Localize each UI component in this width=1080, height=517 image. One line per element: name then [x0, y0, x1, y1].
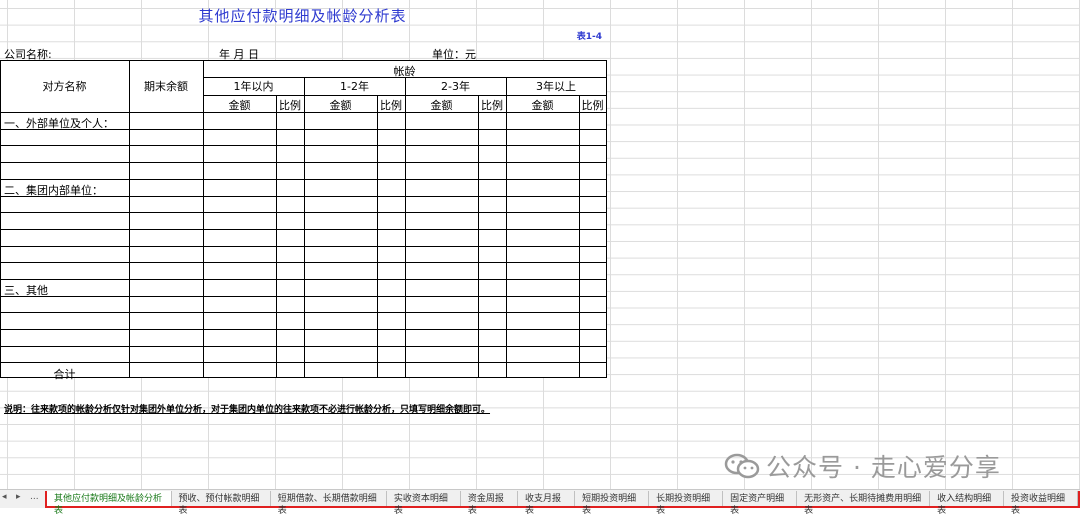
table-vline: [129, 60, 130, 377]
period-header: 1年以内: [233, 80, 274, 93]
ratio-header: 比例: [380, 99, 402, 112]
watermark: 公众号 · 走心爱分享: [724, 448, 1001, 484]
amount-header: 金额: [228, 99, 251, 112]
sheet-tab[interactable]: 短期投资明细表: [575, 491, 650, 516]
prev-sheet-icon[interactable]: ◂: [2, 492, 7, 502]
table-row-line: [0, 346, 606, 347]
table-vline: [506, 77, 507, 377]
table-row-line: [0, 312, 606, 313]
sheet-tab[interactable]: 预收、预付帐款明细表: [172, 491, 271, 516]
table-row-line: [0, 196, 606, 197]
table-row-line: [0, 246, 606, 247]
ratio-header: 比例: [581, 99, 604, 112]
table-row-line: [0, 129, 606, 130]
sheet-tab[interactable]: 实收资本明细表: [387, 491, 461, 516]
table-row-line: [0, 329, 606, 330]
sheet-tab-bar: ◂ ▸ ... 其他应付款明细及帐龄分析表 预收、预付帐款明细表 短期借款、长期借款…: [0, 489, 1080, 516]
note-text: 说明：往来款项的帐龄分析仅针对集团外单位分析，对于集团内单位的往来款项不必进行帐…: [4, 405, 491, 415]
sheet-tab[interactable]: 收入结构明细表: [930, 491, 1005, 516]
table-row-line: [0, 145, 606, 146]
sheet-tab[interactable]: 投资收益明细表: [1004, 491, 1079, 516]
table-bottom-border: [0, 377, 606, 378]
table-vline: [579, 95, 580, 377]
aging-table: 对方名称 期末余额 帐龄 1年以内 1-2年 2-3年 3年以上 金额 比例 金…: [0, 60, 607, 381]
table-vline: [478, 95, 479, 377]
sheet-tab[interactable]: 无形资产、长期待摊费用明细表: [797, 491, 931, 516]
table-row-line: [0, 229, 606, 230]
amount-header: 金额: [430, 99, 453, 112]
table-number: 表1-4: [576, 32, 602, 42]
table-vline: [203, 60, 204, 377]
table-row-line: [0, 179, 606, 180]
sheet-tab[interactable]: 收支月报表: [518, 491, 576, 516]
sheet-title: 其他应付款明细及帐龄分析表: [198, 7, 407, 25]
table-row-line: [0, 162, 606, 163]
spreadsheet-grid[interactable]: 其他应付款明细及帐龄分析表 表1-4 公司名称: 年 月 日 单位：元 对方名称…: [0, 0, 1080, 489]
ratio-header: 比例: [481, 99, 503, 112]
table-row-line: [0, 112, 606, 113]
table-row-line: [0, 212, 606, 213]
table-row-line: [0, 362, 606, 363]
period-header: 2-3年: [441, 80, 470, 93]
table-right-border: [606, 60, 607, 378]
amount-header: 金额: [329, 99, 352, 112]
ratio-header: 比例: [279, 99, 301, 112]
next-sheet-icon[interactable]: ▸: [16, 492, 21, 502]
wechat-icon: [724, 453, 760, 479]
table-vline: [377, 95, 378, 377]
sheet-tab[interactable]: 长期投资明细表: [649, 491, 724, 516]
sheet-tabs: 其他应付款明细及帐龄分析表 预收、预付帐款明细表 短期借款、长期借款明细表 实收资本明…: [45, 491, 1080, 516]
sheet-tab[interactable]: 资金周报表: [461, 491, 519, 516]
watermark-text: 公众号 · 走心爱分享: [766, 453, 1001, 482]
table-left-border: [0, 60, 1, 378]
more-sheets-button[interactable]: ...: [30, 492, 39, 502]
sheet-tab[interactable]: 固定资产明细表: [723, 491, 798, 516]
table-top-border: [0, 60, 606, 61]
table-vline: [304, 77, 305, 377]
table-vline: [276, 95, 277, 377]
total-label: 合计: [53, 368, 76, 381]
table-row-line: [0, 262, 606, 263]
header-name: 对方名称: [42, 80, 87, 93]
sheet-tab[interactable]: 短期借款、长期借款明细表: [271, 491, 387, 516]
table-vline: [405, 77, 406, 377]
table-row-line: [0, 296, 606, 297]
sheet-tab[interactable]: 其他应付款明细及帐龄分析表: [47, 491, 172, 516]
amount-header: 金额: [531, 99, 554, 112]
table-row-line: [0, 279, 606, 280]
period-header: 1-2年: [340, 80, 369, 93]
period-header: 3年以上: [536, 80, 576, 93]
header-balance: 期末余额: [144, 80, 188, 93]
